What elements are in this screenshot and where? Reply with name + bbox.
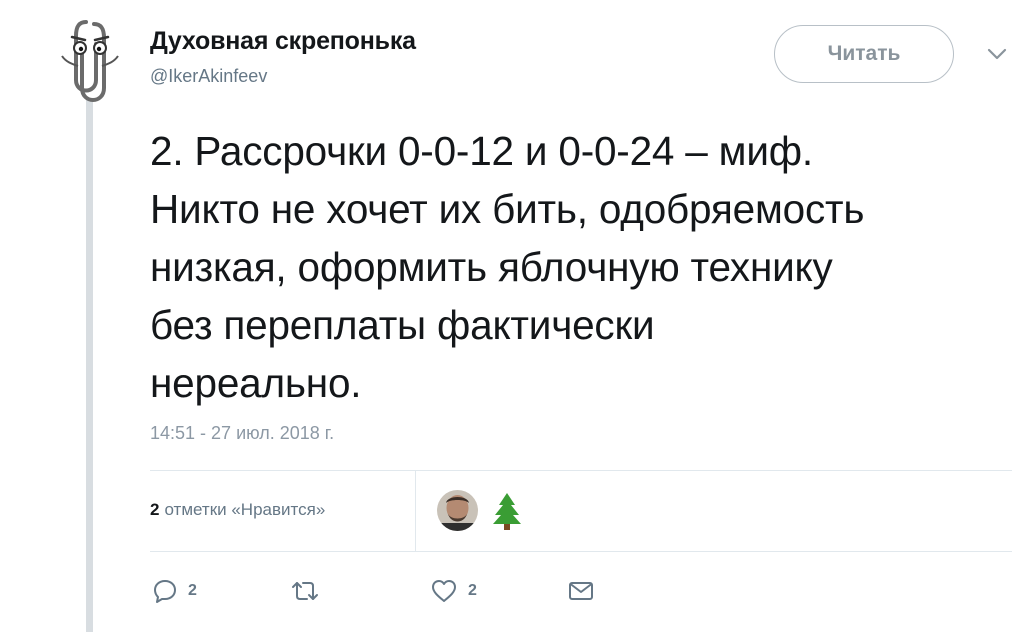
reply-button[interactable]: 2 xyxy=(152,576,197,606)
direct-message-button[interactable] xyxy=(567,576,595,606)
likes-stat[interactable]: 2 отметки «Нравится» xyxy=(150,500,325,520)
tweet-timestamp[interactable]: 14:51 - 27 июл. 2018 г. xyxy=(150,423,334,444)
user-photo-avatar xyxy=(437,490,478,531)
tweet-text: 2. Рассрочки 0-0-12 и 0-0-24 – миф. Никт… xyxy=(150,128,865,406)
christmas-tree-icon xyxy=(493,493,521,530)
stats-divider-top xyxy=(150,470,1012,471)
likes-label: отметки «Нравится» xyxy=(164,500,326,519)
thread-line xyxy=(86,100,93,632)
like-count: 2 xyxy=(468,582,477,599)
follow-button[interactable]: Читать xyxy=(774,25,954,83)
chevron-down-icon xyxy=(987,48,1007,60)
stats-divider-bottom xyxy=(150,551,1012,552)
likes-count: 2 xyxy=(150,500,160,519)
author-display-name[interactable]: Духовная скрепонька xyxy=(150,27,416,56)
like-button[interactable]: 2 xyxy=(430,576,477,606)
retweet-icon xyxy=(292,582,318,600)
tweet-menu-button[interactable] xyxy=(984,44,1010,64)
reply-count: 2 xyxy=(188,582,197,599)
stats-divider-vertical xyxy=(415,471,416,551)
liker-avatar-2[interactable] xyxy=(490,491,524,531)
reply-icon xyxy=(154,580,176,603)
paperclip-mascot-icon xyxy=(61,20,119,102)
author-username[interactable]: @IkerAkinfeev xyxy=(150,66,267,87)
author-avatar[interactable] xyxy=(58,10,122,105)
heart-icon xyxy=(432,580,456,602)
envelope-icon xyxy=(569,582,593,600)
liker-avatar-1[interactable] xyxy=(437,490,478,531)
retweet-button[interactable] xyxy=(289,576,331,606)
